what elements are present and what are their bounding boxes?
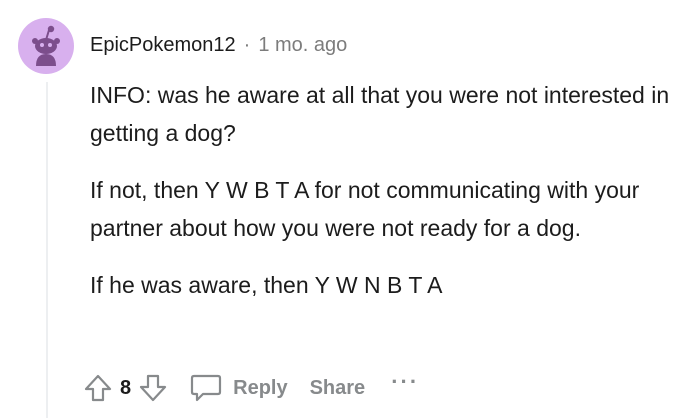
reply-label: Reply (233, 376, 288, 399)
snoo-avatar-icon (32, 25, 60, 66)
upvote-arrow-icon (84, 374, 112, 402)
more-options-button[interactable]: ··· (391, 369, 419, 395)
comment-bubble-icon (191, 374, 222, 402)
avatar[interactable] (18, 18, 74, 74)
reply-button[interactable]: Reply (189, 373, 288, 403)
vote-count: 8 (120, 376, 132, 399)
comment-timestamp[interactable]: 1 mo. ago (258, 34, 347, 57)
comment-actions: 8 Reply Share ··· (84, 366, 419, 410)
comment-paragraph: INFO: was he aware at all that you were … (90, 82, 670, 146)
upvote-button[interactable] (84, 373, 112, 403)
comment-paragraph: If he was aware, then Y W N B T A (90, 272, 443, 298)
comment-body: INFO: was he aware at all that you were … (90, 76, 680, 323)
comment-author[interactable]: EpicPokemon12 (90, 34, 236, 57)
share-button[interactable]: Share (310, 377, 366, 400)
thread-line[interactable] (46, 82, 48, 418)
downvote-arrow-icon (140, 374, 167, 402)
downvote-button[interactable] (139, 373, 167, 403)
comment-meta: EpicPokemon12 · 1 mo. ago (90, 30, 347, 60)
meta-separator: · (243, 33, 251, 56)
comment-paragraph: If not, then Y W B T A for not communica… (90, 177, 640, 241)
